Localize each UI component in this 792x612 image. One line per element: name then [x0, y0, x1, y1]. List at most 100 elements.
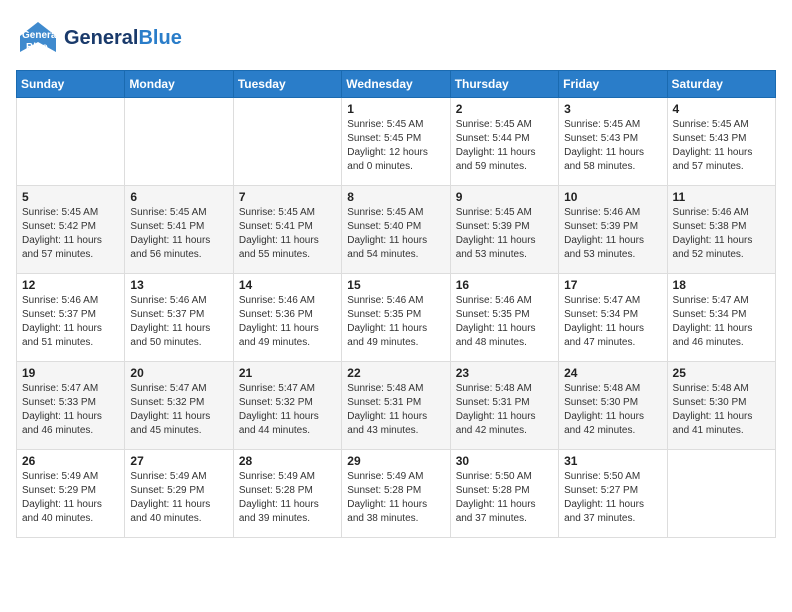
day-cell: 2 Sunrise: 5:45 AM Sunset: 5:44 PM Daylig…: [450, 98, 558, 186]
day-details: Sunrise: 5:45 AM Sunset: 5:39 PM Dayligh…: [456, 206, 553, 262]
day-details: Sunrise: 5:49 AM Sunset: 5:28 PM Dayligh…: [347, 470, 444, 526]
day-details: Sunrise: 5:47 AM Sunset: 5:34 PM Dayligh…: [673, 294, 770, 350]
day-details: Sunrise: 5:46 AM Sunset: 5:37 PM Dayligh…: [130, 294, 227, 350]
day-number: 13: [130, 278, 227, 292]
week-row-4: 19 Sunrise: 5:47 AM Sunset: 5:33 PM Dayli…: [17, 362, 776, 450]
day-cell: 25 Sunrise: 5:48 AM Sunset: 5:30 PM Dayli…: [667, 362, 775, 450]
day-details: Sunrise: 5:45 AM Sunset: 5:43 PM Dayligh…: [673, 118, 770, 174]
day-details: Sunrise: 5:46 AM Sunset: 5:35 PM Dayligh…: [456, 294, 553, 350]
header-row: SundayMondayTuesdayWednesdayThursdayFrid…: [17, 71, 776, 98]
day-cell: 17Sunrise: 5:47 AM Sunset: 5:34 PM Dayli…: [559, 274, 667, 362]
header-cell-sunday: Sunday: [17, 71, 125, 98]
day-cell: 9 Sunrise: 5:45 AM Sunset: 5:39 PM Daylig…: [450, 186, 558, 274]
logo-icon: General Blue: [16, 16, 60, 60]
day-cell: 31 Sunrise: 5:50 AM Sunset: 5:27 PM Dayli…: [559, 450, 667, 538]
day-number: 15: [347, 278, 444, 292]
day-cell: 30 Sunrise: 5:50 AM Sunset: 5:28 PM Dayli…: [450, 450, 558, 538]
day-cell: 14 Sunrise: 5:46 AM Sunset: 5:36 PM Dayli…: [233, 274, 341, 362]
day-details: Sunrise: 5:48 AM Sunset: 5:31 PM Dayligh…: [456, 382, 553, 438]
day-number: 10: [564, 190, 661, 204]
day-number: 23: [456, 366, 553, 380]
day-number: 3: [564, 102, 661, 116]
svg-text:Blue: Blue: [26, 42, 48, 53]
day-number: 1: [347, 102, 444, 116]
day-number: 31: [564, 454, 661, 468]
day-cell: 23 Sunrise: 5:48 AM Sunset: 5:31 PM Dayli…: [450, 362, 558, 450]
day-details: Sunrise: 5:45 AM Sunset: 5:42 PM Dayligh…: [22, 206, 119, 262]
day-details: Sunrise: 5:47 AM Sunset: 5:32 PM Dayligh…: [130, 382, 227, 438]
day-details: Sunrise: 5:46 AM Sunset: 5:38 PM Dayligh…: [673, 206, 770, 262]
week-row-2: 5 Sunrise: 5:45 AM Sunset: 5:42 PM Daylig…: [17, 186, 776, 274]
day-cell: 20 Sunrise: 5:47 AM Sunset: 5:32 PM Dayli…: [125, 362, 233, 450]
day-cell: 15 Sunrise: 5:46 AM Sunset: 5:35 PM Dayli…: [342, 274, 450, 362]
day-details: Sunrise: 5:45 AM Sunset: 5:44 PM Dayligh…: [456, 118, 553, 174]
day-cell: 4 Sunrise: 5:45 AM Sunset: 5:43 PM Daylig…: [667, 98, 775, 186]
header-cell-tuesday: Tuesday: [233, 71, 341, 98]
day-details: Sunrise: 5:47 AM Sunset: 5:32 PM Dayligh…: [239, 382, 336, 438]
day-number: 7: [239, 190, 336, 204]
day-cell: 3 Sunrise: 5:45 AM Sunset: 5:43 PM Daylig…: [559, 98, 667, 186]
day-number: 6: [130, 190, 227, 204]
day-number: 19: [22, 366, 119, 380]
day-details: Sunrise: 5:46 AM Sunset: 5:35 PM Dayligh…: [347, 294, 444, 350]
day-cell: 24Sunrise: 5:48 AM Sunset: 5:30 PM Dayli…: [559, 362, 667, 450]
day-number: 29: [347, 454, 444, 468]
day-details: Sunrise: 5:49 AM Sunset: 5:28 PM Dayligh…: [239, 470, 336, 526]
day-number: 2: [456, 102, 553, 116]
day-cell: 12 Sunrise: 5:46 AM Sunset: 5:37 PM Dayli…: [17, 274, 125, 362]
day-number: 12: [22, 278, 119, 292]
day-number: 16: [456, 278, 553, 292]
day-number: 30: [456, 454, 553, 468]
header-cell-friday: Friday: [559, 71, 667, 98]
day-cell: 1 Sunrise: 5:45 AM Sunset: 5:45 PM Daylig…: [342, 98, 450, 186]
day-details: Sunrise: 5:45 AM Sunset: 5:40 PM Dayligh…: [347, 206, 444, 262]
day-cell: [667, 450, 775, 538]
day-number: 20: [130, 366, 227, 380]
day-number: 22: [347, 366, 444, 380]
day-number: 8: [347, 190, 444, 204]
day-details: Sunrise: 5:46 AM Sunset: 5:37 PM Dayligh…: [22, 294, 119, 350]
day-cell: 19 Sunrise: 5:47 AM Sunset: 5:33 PM Dayli…: [17, 362, 125, 450]
day-details: Sunrise: 5:47 AM Sunset: 5:33 PM Dayligh…: [22, 382, 119, 438]
day-number: 5: [22, 190, 119, 204]
day-details: Sunrise: 5:45 AM Sunset: 5:41 PM Dayligh…: [130, 206, 227, 262]
day-details: Sunrise: 5:50 AM Sunset: 5:27 PM Dayligh…: [564, 470, 661, 526]
day-details: Sunrise: 5:47 AM Sunset: 5:34 PM Dayligh…: [564, 294, 661, 350]
day-number: 4: [673, 102, 770, 116]
day-number: 27: [130, 454, 227, 468]
week-row-3: 12 Sunrise: 5:46 AM Sunset: 5:37 PM Dayli…: [17, 274, 776, 362]
day-cell: 13 Sunrise: 5:46 AM Sunset: 5:37 PM Dayli…: [125, 274, 233, 362]
week-row-1: 1 Sunrise: 5:45 AM Sunset: 5:45 PM Daylig…: [17, 98, 776, 186]
day-details: Sunrise: 5:48 AM Sunset: 5:30 PM Dayligh…: [673, 382, 770, 438]
day-cell: 26Sunrise: 5:49 AM Sunset: 5:29 PM Dayli…: [17, 450, 125, 538]
logo-text-block: GeneralBlue: [64, 27, 182, 50]
day-details: Sunrise: 5:48 AM Sunset: 5:31 PM Dayligh…: [347, 382, 444, 438]
day-details: Sunrise: 5:46 AM Sunset: 5:39 PM Dayligh…: [564, 206, 661, 262]
day-cell: 29 Sunrise: 5:49 AM Sunset: 5:28 PM Dayli…: [342, 450, 450, 538]
day-details: Sunrise: 5:45 AM Sunset: 5:43 PM Dayligh…: [564, 118, 661, 174]
day-number: 26: [22, 454, 119, 468]
calendar-body: 1 Sunrise: 5:45 AM Sunset: 5:45 PM Daylig…: [17, 98, 776, 538]
logo-name: GeneralBlue: [64, 27, 182, 50]
day-cell: [17, 98, 125, 186]
day-details: Sunrise: 5:50 AM Sunset: 5:28 PM Dayligh…: [456, 470, 553, 526]
day-cell: 6 Sunrise: 5:45 AM Sunset: 5:41 PM Daylig…: [125, 186, 233, 274]
calendar-header: SundayMondayTuesdayWednesdayThursdayFrid…: [17, 71, 776, 98]
day-cell: [125, 98, 233, 186]
day-details: Sunrise: 5:45 AM Sunset: 5:41 PM Dayligh…: [239, 206, 336, 262]
day-number: 11: [673, 190, 770, 204]
day-number: 14: [239, 278, 336, 292]
day-details: Sunrise: 5:46 AM Sunset: 5:36 PM Dayligh…: [239, 294, 336, 350]
day-details: Sunrise: 5:45 AM Sunset: 5:45 PM Dayligh…: [347, 118, 444, 174]
day-number: 18: [673, 278, 770, 292]
day-cell: [233, 98, 341, 186]
day-cell: 27Sunrise: 5:49 AM Sunset: 5:29 PM Dayli…: [125, 450, 233, 538]
day-cell: 5 Sunrise: 5:45 AM Sunset: 5:42 PM Daylig…: [17, 186, 125, 274]
day-cell: 21 Sunrise: 5:47 AM Sunset: 5:32 PM Dayli…: [233, 362, 341, 450]
day-number: 9: [456, 190, 553, 204]
day-cell: 22 Sunrise: 5:48 AM Sunset: 5:31 PM Dayli…: [342, 362, 450, 450]
day-cell: 7 Sunrise: 5:45 AM Sunset: 5:41 PM Daylig…: [233, 186, 341, 274]
day-number: 25: [673, 366, 770, 380]
day-cell: 8 Sunrise: 5:45 AM Sunset: 5:40 PM Daylig…: [342, 186, 450, 274]
day-number: 21: [239, 366, 336, 380]
